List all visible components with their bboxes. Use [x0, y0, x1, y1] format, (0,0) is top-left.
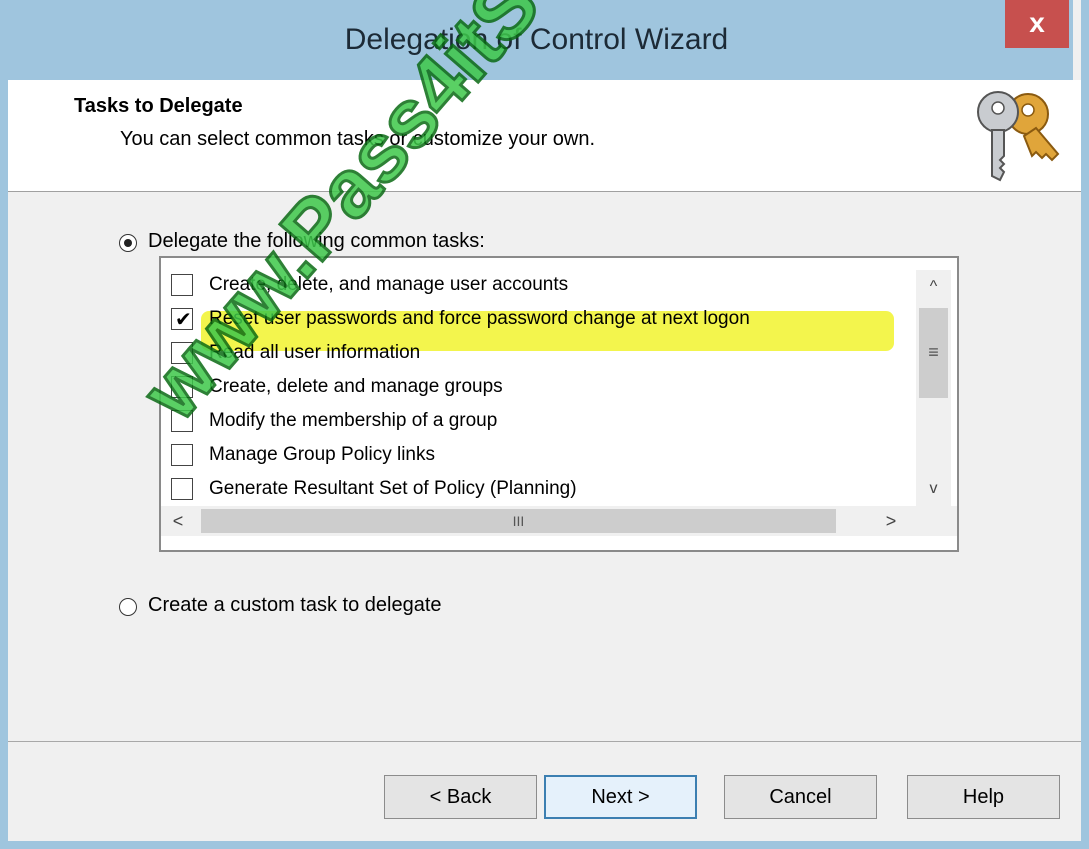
scroll-left-icon[interactable]: <	[163, 506, 193, 536]
title-bar[interactable]: Delegation of Control Wizard x	[0, 0, 1073, 80]
custom-task-radio[interactable]	[119, 598, 137, 616]
close-button[interactable]: x	[1005, 0, 1069, 48]
task-label: Create, delete, and manage user accounts	[209, 274, 569, 295]
keys-icon	[977, 91, 1060, 182]
footer-divider	[8, 741, 1081, 742]
task-checkbox[interactable]	[171, 376, 193, 398]
horizontal-scrollbar[interactable]: < III >	[161, 506, 957, 536]
back-button[interactable]: < Back	[384, 775, 537, 819]
common-tasks-radio[interactable]	[119, 234, 137, 252]
task-checkbox[interactable]	[171, 478, 193, 500]
page-subtitle: You can select common tasks or customize…	[120, 128, 596, 150]
vertical-scroll-thumb[interactable]: ≡	[919, 308, 948, 398]
custom-task-label: Create a custom task to delegate	[148, 594, 442, 616]
wizard-content: Delegate the following common tasks: Cre…	[8, 192, 1081, 741]
scroll-right-icon[interactable]: >	[876, 506, 906, 536]
task-label: Manage Group Policy links	[209, 444, 435, 465]
task-checkbox[interactable]	[171, 410, 193, 432]
task-checkbox[interactable]	[171, 444, 193, 466]
task-checkbox[interactable]	[171, 342, 193, 364]
vertical-scrollbar[interactable]: ^ ≡ v	[916, 270, 951, 506]
window-title: Delegation of Control Wizard	[344, 23, 729, 56]
next-button[interactable]: Next >	[544, 775, 697, 819]
common-tasks-list[interactable]: Create, delete, and manage user accounts…	[159, 256, 959, 552]
wizard-header: Tasks to Delegate You can select common …	[8, 80, 1081, 192]
task-checkbox[interactable]	[171, 307, 193, 332]
task-label: Generate Resultant Set of Policy (Planni…	[209, 478, 577, 499]
scroll-up-icon[interactable]: ^	[916, 270, 951, 304]
task-checkbox[interactable]	[171, 274, 193, 296]
grip-icon: ≡	[928, 342, 939, 362]
horizontal-scroll-thumb[interactable]: III	[201, 509, 836, 533]
scroll-down-icon[interactable]: v	[916, 472, 951, 506]
page-title: Tasks to Delegate	[74, 95, 243, 117]
task-label: Create, delete and manage groups	[209, 376, 503, 397]
grip-icon: III	[512, 513, 525, 529]
common-tasks-label: Delegate the following common tasks:	[148, 230, 485, 252]
task-label: Read all user information	[209, 342, 421, 363]
task-label: Modify the membership of a group	[209, 410, 498, 431]
cancel-button[interactable]: Cancel	[724, 775, 877, 819]
help-button[interactable]: Help	[907, 775, 1060, 819]
task-label: Reset user passwords and force password …	[209, 308, 750, 329]
